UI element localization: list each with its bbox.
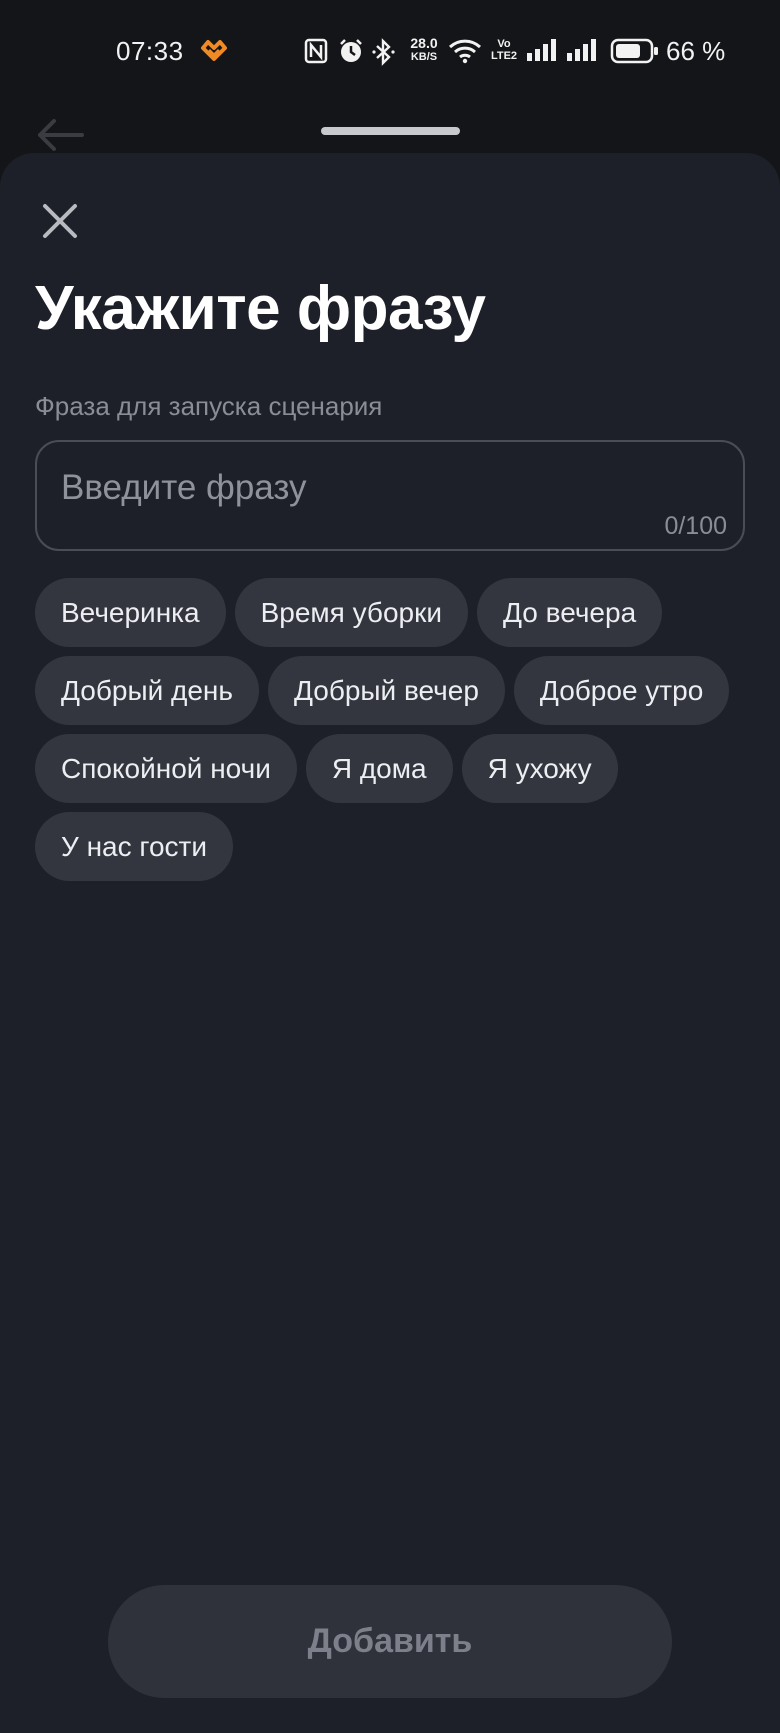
suggestion-chip[interactable]: Вечеринка — [35, 578, 226, 647]
battery-icon — [610, 38, 658, 64]
volte-line1: Vo — [497, 38, 511, 50]
alarm-icon — [340, 39, 362, 62]
suggestion-chip[interactable]: Я дома — [305, 734, 453, 803]
status-bar: 07:33 28.0 KB/S Vo LTE2 66 % — [0, 0, 780, 78]
volte-indicator: Vo LTE2 — [490, 38, 518, 62]
wifi-icon — [448, 39, 482, 64]
suggestion-chip[interactable]: До вечера — [477, 578, 663, 647]
suggestion-chip[interactable]: Добрый день — [35, 656, 259, 725]
sheet-drag-handle[interactable] — [321, 127, 460, 135]
add-button[interactable]: Добавить — [108, 1585, 672, 1698]
suggestion-chip[interactable]: Время уборки — [234, 578, 468, 647]
status-time: 07:33 — [116, 36, 184, 66]
nfc-icon — [304, 38, 328, 64]
screen: 07:33 28.0 KB/S Vo LTE2 66 % Укажите фра… — [0, 0, 780, 1733]
app-notification-icon — [201, 40, 227, 61]
battery-percent: 66 % — [666, 36, 726, 66]
phrase-bottom-sheet: Укажите фразу Фраза для запуска сценария… — [0, 153, 780, 1733]
phrase-input[interactable] — [61, 460, 661, 516]
suggestion-chip[interactable]: Доброе утро — [513, 656, 730, 725]
network-speed-value: 28.0 — [410, 35, 438, 51]
signal-sim1-icon — [527, 39, 556, 61]
back-arrow-icon[interactable] — [36, 118, 84, 152]
network-speed: 28.0 KB/S — [404, 36, 444, 64]
volte-line2: LTE2 — [490, 50, 518, 62]
suggestion-chips: Вечеринка Время уборки До вечера Добрый … — [35, 578, 750, 881]
phrase-input-container[interactable]: 0/100 — [35, 440, 745, 551]
bluetooth-icon — [372, 38, 395, 66]
phrase-field-label: Фраза для запуска сценария — [35, 391, 383, 421]
signal-sim2-icon — [567, 39, 596, 61]
page-title: Укажите фразу — [35, 274, 486, 343]
suggestion-chip[interactable]: Добрый вечер — [267, 656, 505, 725]
character-counter: 0/100 — [664, 512, 727, 540]
close-icon[interactable] — [36, 197, 84, 245]
suggestion-chip[interactable]: Я ухожу — [461, 734, 618, 803]
suggestion-chip[interactable]: Спокойной ночи — [35, 734, 297, 803]
network-speed-unit: KB/S — [410, 51, 438, 63]
suggestion-chip[interactable]: У нас гости — [35, 812, 234, 881]
